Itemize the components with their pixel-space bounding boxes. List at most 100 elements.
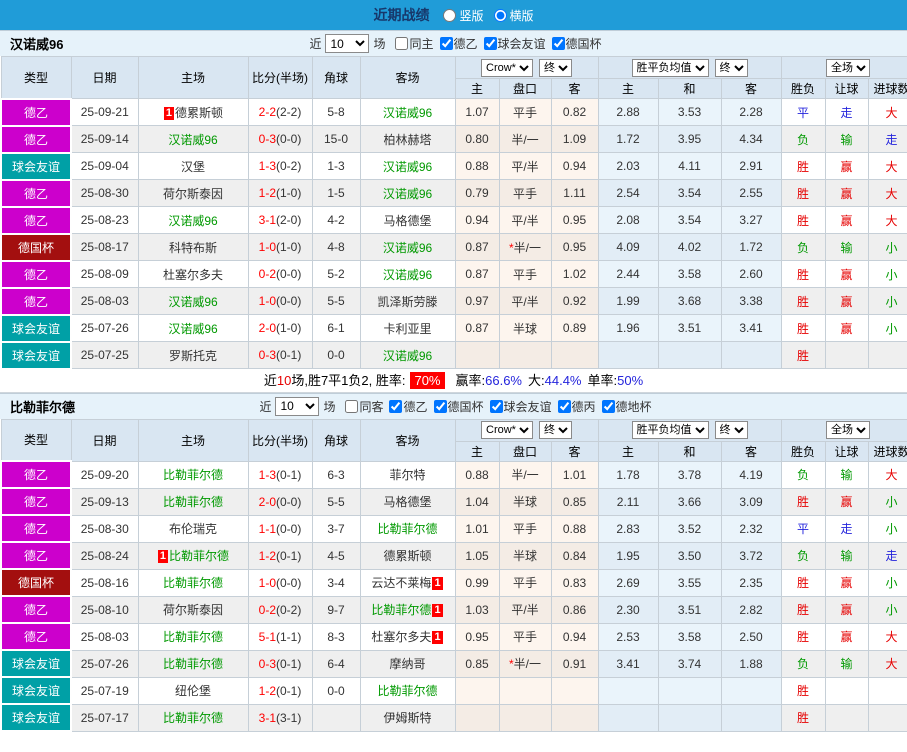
mean-group-header: 胜平负均值终 bbox=[597, 418, 782, 442]
odds-away-cell bbox=[550, 676, 599, 705]
mean-draw-cell: 3.50 bbox=[657, 541, 722, 570]
mean-away-cell: 4.19 bbox=[720, 460, 782, 489]
away-team: 伊姆斯特 bbox=[359, 703, 456, 732]
same-venue-checkbox[interactable]: 同客 bbox=[339, 398, 383, 415]
away-team: 摩纳哥 bbox=[359, 649, 456, 678]
single-pct-label: 单率: bbox=[587, 372, 618, 388]
away-team-name: 比勒菲尔德 bbox=[377, 684, 438, 698]
league-type-cell: 德国杯 bbox=[0, 232, 72, 262]
result-cell: 平 bbox=[780, 98, 826, 126]
league-checkbox-input[interactable] bbox=[557, 399, 571, 413]
matches-table: 类型 日期 主场 比分(半场) 角球 客场 Crow* 终 胜平负均值终 全场 主… bbox=[0, 418, 907, 732]
bookmaker-final-select[interactable]: 终 bbox=[539, 421, 573, 439]
league-filter-checkbox[interactable]: 德乙 bbox=[434, 35, 478, 52]
mean-select[interactable]: 胜平负均值 bbox=[631, 58, 709, 77]
mean-away-cell: 2.91 bbox=[720, 152, 782, 180]
league-checkbox-input[interactable] bbox=[601, 399, 615, 413]
corner-cell: 6-1 bbox=[311, 314, 361, 342]
col-away: 客场 bbox=[359, 418, 456, 462]
goals-result-cell: 走 bbox=[867, 541, 907, 570]
league-filter-checkbox[interactable]: 德乙 bbox=[383, 398, 428, 415]
home-team: 1 比勒菲尔德 bbox=[137, 541, 249, 570]
bookmaker-final-select[interactable]: 终 bbox=[539, 58, 573, 77]
home-team: 1 德累斯顿 bbox=[137, 98, 249, 126]
mean-home-cell: 2.69 bbox=[597, 568, 659, 597]
odds-home-cell: 0.94 bbox=[454, 206, 500, 234]
mean-away-cell: 3.09 bbox=[720, 487, 782, 516]
odds-away-cell: 1.09 bbox=[550, 125, 599, 153]
layout-radio-vertical[interactable]: 竖版 bbox=[435, 7, 484, 24]
league-checkbox-input[interactable] bbox=[433, 399, 447, 413]
home-team: 比勒菲尔德 bbox=[137, 568, 249, 597]
layout-radio-horizontal[interactable]: 横版 bbox=[486, 7, 534, 24]
league-type-cell: 德乙 bbox=[0, 541, 72, 570]
league-type-cell: 德乙 bbox=[0, 124, 72, 154]
mean-draw-cell: 3.58 bbox=[657, 260, 722, 288]
full-score: 1-2 bbox=[258, 548, 276, 563]
league-type-cell: 球会友谊 bbox=[0, 649, 72, 678]
subcol-result: 胜负 bbox=[780, 440, 826, 462]
handicap-text: 半球 bbox=[512, 495, 537, 509]
vertical-radio-input[interactable] bbox=[443, 8, 457, 22]
league-filter-checkbox[interactable]: 球会友谊 bbox=[478, 35, 546, 52]
team-name: 汉诺威96 bbox=[10, 37, 64, 52]
handicap-result-cell: 赢 bbox=[824, 314, 869, 342]
away-team-name: 柏林赫塔 bbox=[383, 132, 432, 147]
league-filters: 德乙 德国杯 球会友谊 德丙 德地杯 bbox=[383, 398, 652, 415]
match-row: 球会友谊 25-09-04 汉堡 1-3(0-2) 1-3 汉诺威96 0.88… bbox=[0, 151, 907, 181]
away-team: 菲尔特 bbox=[359, 460, 456, 489]
league-checkbox-input[interactable] bbox=[489, 399, 503, 413]
home-team-name: 荷尔斯泰因 bbox=[162, 186, 223, 201]
match-row: 德乙 25-08-03 比勒菲尔德 5-1(1-1) 8-3 杜塞尔多夫 1 0.… bbox=[0, 622, 907, 651]
goals-result-cell: 大 bbox=[867, 152, 907, 180]
league-filter-checkbox[interactable]: 德国杯 bbox=[428, 398, 484, 415]
home-team: 科特布斯 bbox=[137, 233, 249, 261]
league-checkbox-input[interactable] bbox=[439, 37, 453, 50]
home-team: 荷尔斯泰因 bbox=[137, 179, 249, 207]
full-score: 1-2 bbox=[258, 186, 276, 200]
league-filter-checkbox[interactable]: 德丙 bbox=[552, 398, 596, 415]
home-team: 比勒菲尔德 bbox=[137, 460, 249, 489]
goals-result-cell: 大 bbox=[867, 649, 907, 678]
mean-away-cell: 2.55 bbox=[720, 179, 782, 207]
mean-select[interactable]: 胜平负均值 bbox=[631, 421, 709, 439]
away-team-name: 马格德堡 bbox=[383, 213, 432, 228]
scope-select[interactable]: 全场 bbox=[826, 421, 871, 439]
league-filter-label: 德国杯 bbox=[565, 37, 602, 51]
bookmaker-select[interactable]: Crow* bbox=[481, 421, 534, 439]
league-checkbox-input[interactable] bbox=[551, 37, 565, 50]
same-venue-checkbox-input[interactable] bbox=[345, 399, 359, 413]
odds-away-cell bbox=[550, 341, 599, 369]
subcol-odds-home: 主 bbox=[454, 440, 500, 462]
league-filter-checkbox[interactable]: 球会友谊 bbox=[484, 398, 552, 415]
league-checkbox-input[interactable] bbox=[483, 37, 497, 50]
horizontal-radio-input[interactable] bbox=[493, 8, 507, 22]
home-team-name: 杜塞尔多夫 bbox=[162, 267, 223, 282]
mean-final-select[interactable]: 终 bbox=[714, 58, 748, 77]
match-count-select[interactable]: 10 bbox=[325, 34, 370, 53]
league-filter-checkbox[interactable]: 德地杯 bbox=[596, 398, 652, 415]
odds-away-cell: 0.92 bbox=[550, 287, 599, 315]
mean-final-select[interactable]: 终 bbox=[714, 421, 748, 439]
result-cell: 负 bbox=[780, 541, 826, 570]
match-count-select[interactable]: 10 bbox=[275, 396, 320, 416]
league-type-cell: 球会友谊 bbox=[0, 340, 72, 370]
scope-select[interactable]: 全场 bbox=[826, 58, 871, 77]
away-team: 比勒菲尔德 1 bbox=[359, 595, 456, 624]
mean-home-cell: 1.96 bbox=[597, 314, 659, 342]
league-type-cell: 球会友谊 bbox=[0, 151, 72, 181]
subcol-mean-away: 客 bbox=[720, 440, 782, 462]
mean-draw-cell: 3.52 bbox=[657, 514, 722, 543]
result-cell: 胜 bbox=[780, 314, 826, 342]
corner-cell: 3-4 bbox=[311, 568, 361, 597]
full-score: 1-3 bbox=[258, 159, 276, 173]
league-checkbox-input[interactable] bbox=[389, 399, 403, 413]
bookmaker-select[interactable]: Crow* bbox=[481, 58, 534, 77]
goals-result-cell: 大 bbox=[867, 622, 907, 651]
league-filter-checkbox[interactable]: 德国杯 bbox=[546, 35, 602, 52]
same-venue-checkbox-input[interactable] bbox=[395, 37, 409, 50]
home-team: 汉堡 bbox=[137, 152, 249, 180]
same-venue-checkbox[interactable]: 同主 bbox=[389, 35, 434, 52]
result-cell: 胜 bbox=[780, 568, 826, 597]
match-row: 德乙 25-08-09 杜塞尔多夫 0-2(0-0) 5-2 汉诺威96 0.8… bbox=[0, 259, 907, 289]
